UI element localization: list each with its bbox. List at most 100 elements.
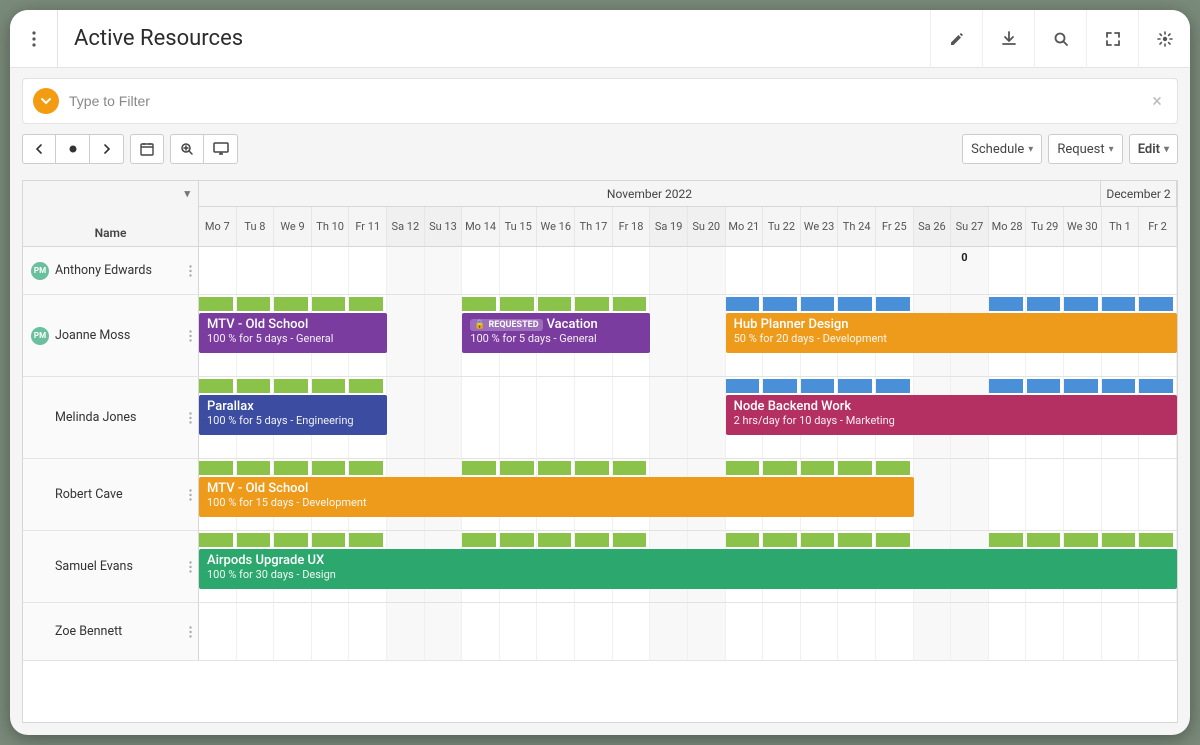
booking-title: Node Backend Work [734, 399, 852, 414]
resource-timeline[interactable]: Parallax100 % for 5 days - Engineering No… [199, 377, 1177, 458]
day-header[interactable]: Mo 14 [462, 207, 500, 246]
availability-segment [1102, 533, 1138, 547]
booking-bar[interactable]: Node Backend Work2 hrs/day for 10 days -… [726, 395, 1177, 435]
month-label: November 2022 [199, 181, 1101, 206]
chevron-down-icon[interactable]: ▾ [184, 187, 190, 200]
availability-segment [838, 533, 874, 547]
day-header[interactable]: Fr 25 [876, 207, 914, 246]
resource-cell[interactable]: Melinda Jones [23, 377, 199, 458]
resource-timeline[interactable] [199, 603, 1177, 660]
booking-bar[interactable]: Parallax100 % for 5 days - Engineering [199, 395, 387, 435]
availability-segment [838, 379, 874, 393]
availability-segment [199, 533, 235, 547]
download-icon[interactable] [982, 10, 1034, 68]
request-dropdown[interactable]: Request [1048, 134, 1122, 164]
row-menu-icon[interactable] [189, 265, 192, 277]
row-menu-icon[interactable] [189, 561, 192, 573]
availability-segment [763, 461, 799, 475]
resource-timeline[interactable]: MTV - Old School100 % for 5 days - Gener… [199, 295, 1177, 376]
date-header: November 2022December 2 Mo 7Tu 8We 9Th 1… [199, 181, 1177, 246]
availability-segment [237, 461, 273, 475]
resource-timeline[interactable]: Airpods Upgrade UX100 % for 30 days - De… [199, 531, 1177, 602]
booking-bar[interactable]: Airpods Upgrade UX100 % for 30 days - De… [199, 549, 1177, 589]
day-header[interactable]: Sa 12 [387, 207, 425, 246]
settings-icon[interactable] [1138, 10, 1190, 68]
day-header[interactable]: Tu 22 [763, 207, 801, 246]
resource-timeline[interactable]: 0 [199, 247, 1177, 294]
header-menu-button[interactable] [10, 10, 58, 68]
day-header[interactable]: Su 13 [425, 207, 463, 246]
zoom-button[interactable] [170, 134, 204, 164]
resource-cell[interactable]: Zoe Bennett [23, 603, 199, 660]
day-header[interactable]: Su 27 [951, 207, 989, 246]
row-menu-icon[interactable] [189, 330, 192, 342]
day-header[interactable]: Mo 21 [726, 207, 764, 246]
resource-cell[interactable]: PMAnthony Edwards [23, 247, 199, 294]
booking-bar[interactable]: Hub Planner Design50 % for 20 days - Dev… [726, 313, 1177, 353]
availability-segment [274, 461, 310, 475]
search-icon[interactable] [1034, 10, 1086, 68]
availability-segment [613, 297, 649, 311]
resource-cell[interactable]: Samuel Evans [23, 531, 199, 602]
day-header[interactable]: We 16 [537, 207, 575, 246]
day-header[interactable]: Mo 7 [199, 207, 237, 246]
avatar: PM [31, 327, 49, 345]
day-header[interactable]: Su 20 [688, 207, 726, 246]
availability-segment [1064, 533, 1100, 547]
display-button[interactable] [204, 134, 238, 164]
day-header[interactable]: We 30 [1064, 207, 1102, 246]
edit-icon[interactable] [930, 10, 982, 68]
day-header[interactable]: Sa 19 [650, 207, 688, 246]
day-header[interactable]: Th 24 [838, 207, 876, 246]
filter-clear-icon[interactable]: × [1137, 91, 1177, 112]
day-header[interactable]: Th 1 [1102, 207, 1140, 246]
row-menu-icon[interactable] [189, 412, 192, 424]
day-header[interactable]: Fr 18 [613, 207, 651, 246]
booking-bar[interactable]: 🔒REQUESTEDVacation100 % for 5 days - Gen… [462, 313, 650, 353]
day-header[interactable]: Sa 26 [914, 207, 952, 246]
prev-button[interactable] [22, 134, 56, 164]
day-header[interactable]: Th 17 [575, 207, 613, 246]
schedule-dropdown[interactable]: Schedule [962, 134, 1042, 164]
day-header[interactable]: We 9 [274, 207, 312, 246]
resource-name: Anthony Edwards [55, 263, 152, 278]
booking-bar[interactable]: MTV - Old School100 % for 15 days - Deve… [199, 477, 914, 517]
availability-segment [312, 461, 348, 475]
fullscreen-icon[interactable] [1086, 10, 1138, 68]
booking-title: MTV - Old School [207, 317, 308, 332]
availability-segment [1027, 379, 1063, 393]
today-button[interactable] [56, 134, 90, 164]
lock-icon: 🔒 [474, 320, 485, 330]
resource-timeline[interactable]: MTV - Old School100 % for 15 days - Deve… [199, 459, 1177, 530]
availability-segment [312, 379, 348, 393]
booking-subtitle: 100 % for 15 days - Development [207, 496, 906, 509]
day-header[interactable]: Th 10 [312, 207, 350, 246]
day-header[interactable]: Fr 11 [349, 207, 387, 246]
day-header[interactable]: Fr 2 [1139, 207, 1177, 246]
filter-expand-icon[interactable] [33, 88, 59, 114]
resource-cell[interactable]: Robert Cave [23, 459, 199, 530]
day-header[interactable]: Tu 15 [500, 207, 538, 246]
day-header[interactable]: Tu 29 [1026, 207, 1064, 246]
day-marker: 0 [961, 251, 967, 264]
booking-title: Airpods Upgrade UX [207, 553, 324, 568]
calendar-button[interactable] [130, 134, 164, 164]
edit-dropdown[interactable]: Edit [1129, 134, 1178, 164]
day-header[interactable]: Tu 8 [237, 207, 275, 246]
availability-segment [199, 297, 235, 311]
day-header[interactable]: Mo 28 [989, 207, 1027, 246]
booking-bar[interactable]: MTV - Old School100 % for 5 days - Gener… [199, 313, 387, 353]
filter-input[interactable] [69, 93, 1137, 109]
availability-segment [726, 461, 762, 475]
row-menu-icon[interactable] [189, 489, 192, 501]
availability-segment [500, 533, 536, 547]
next-button[interactable] [90, 134, 124, 164]
day-header[interactable]: We 23 [801, 207, 839, 246]
resource-cell[interactable]: PMJoanne Moss [23, 295, 199, 376]
row-menu-icon[interactable] [189, 626, 192, 638]
availability-segment [237, 379, 273, 393]
resource-row: PMAnthony Edwards 0 [23, 247, 1177, 295]
nav-group [22, 134, 124, 164]
bars-layer: 0 [199, 247, 1177, 294]
name-column-header[interactable]: ▾ Name [23, 181, 199, 246]
